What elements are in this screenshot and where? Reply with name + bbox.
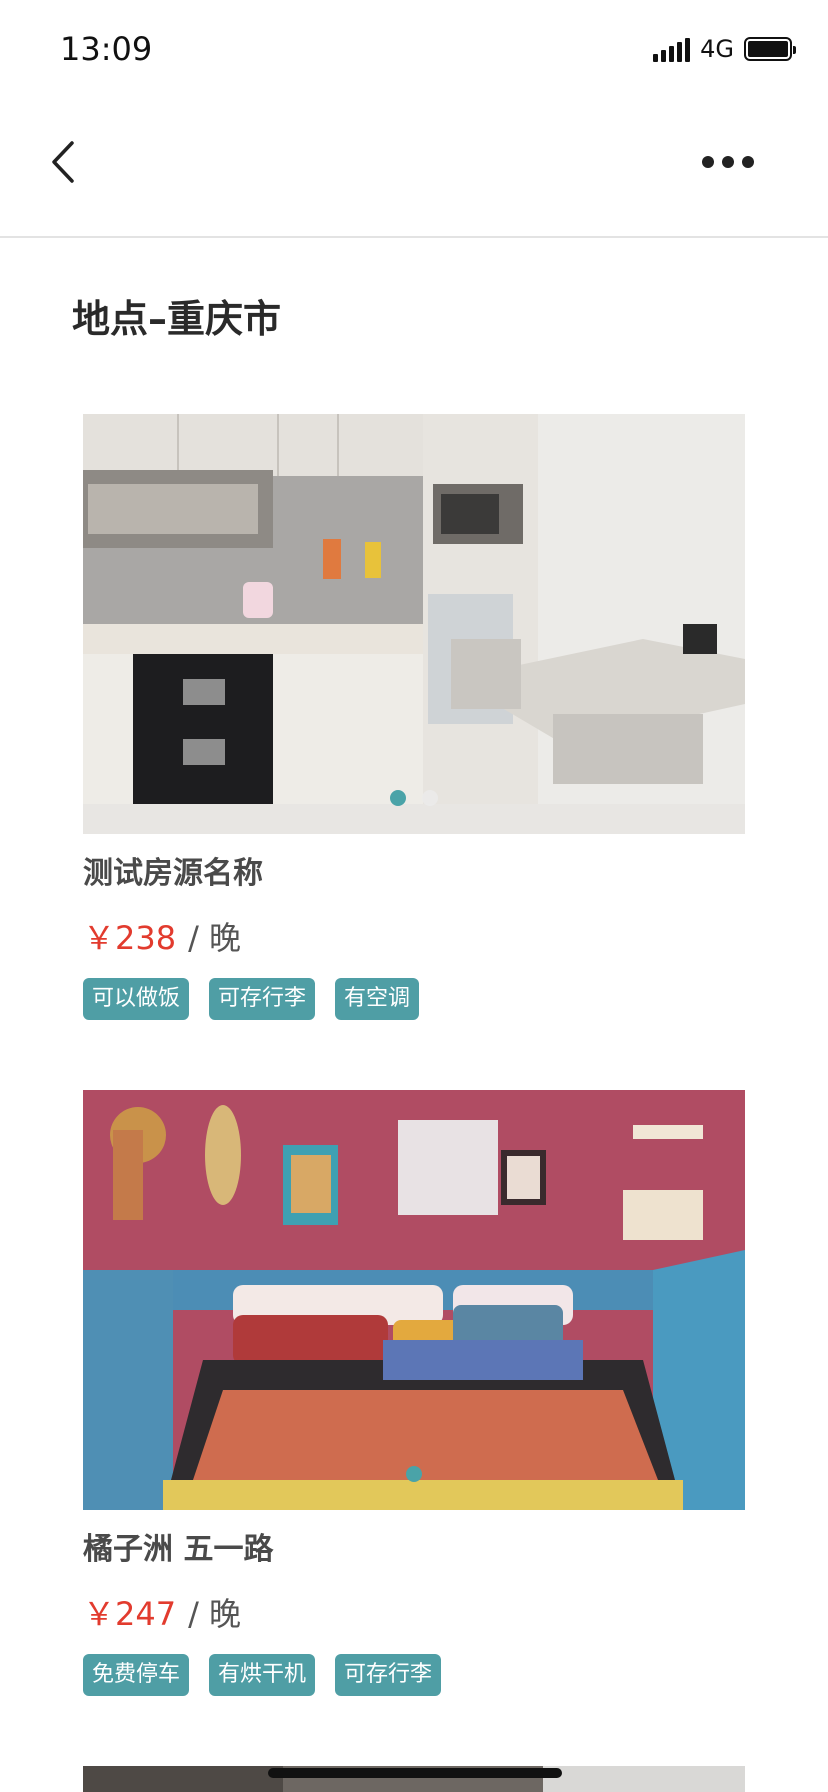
more-dot-icon	[742, 156, 754, 168]
listing-photo[interactable]	[83, 414, 745, 834]
carousel-dots	[83, 1466, 745, 1482]
status-time: 13:09	[60, 30, 153, 68]
more-dot-icon	[702, 156, 714, 168]
status-indicators: 4G	[653, 34, 796, 64]
price-row: ￥238 / 晚	[83, 916, 745, 960]
price-unit: / 晚	[188, 1595, 242, 1633]
tag-list: 可以做饭 可存行李 有空调	[83, 978, 745, 1020]
listing-card[interactable]: 测试房源名称 ￥238 / 晚 可以做饭 可存行李 有空调	[83, 414, 745, 1020]
more-button[interactable]	[688, 140, 768, 184]
back-button[interactable]	[40, 132, 86, 192]
bohemian-bedroom-photo	[83, 1090, 745, 1510]
listing-name[interactable]: 橘子洲 五一路	[83, 1530, 745, 1570]
battery-icon	[744, 37, 796, 61]
amenity-tag: 有空调	[335, 978, 420, 1020]
page-title: 地点–重庆市	[72, 297, 282, 341]
amenity-tag: 免费停车	[83, 1654, 190, 1696]
amenity-tag: 有烘干机	[209, 1654, 316, 1696]
signal-icon	[653, 36, 691, 62]
listing-photo[interactable]	[83, 1090, 745, 1510]
carousel-dot-active[interactable]	[406, 1466, 422, 1482]
chevron-left-icon	[52, 141, 74, 183]
listing-card[interactable]: 橘子洲 五一路 ￥247 / 晚 免费停车 有烘干机 可存行李	[83, 1090, 745, 1696]
price-unit: / 晚	[188, 919, 242, 957]
price: ￥238	[83, 919, 177, 957]
amenity-tag: 可以做饭	[83, 978, 190, 1020]
price: ￥247	[83, 1595, 177, 1633]
carousel-dots	[83, 790, 745, 806]
nav-bar	[0, 96, 828, 238]
tag-list: 免费停车 有烘干机 可存行李	[83, 1654, 745, 1696]
amenity-tag: 可存行李	[209, 978, 316, 1020]
listing-name[interactable]: 测试房源名称	[83, 854, 745, 894]
home-indicator[interactable]	[268, 1768, 562, 1778]
amenity-tag: 可存行李	[335, 1654, 442, 1696]
carousel-dot[interactable]	[422, 790, 438, 806]
network-label: 4G	[700, 35, 734, 63]
kitchen-dining-photo	[83, 414, 745, 834]
carousel-dot-active[interactable]	[390, 790, 406, 806]
more-dot-icon	[722, 156, 734, 168]
status-bar: 13:09 4G	[0, 0, 828, 96]
price-row: ￥247 / 晚	[83, 1592, 745, 1636]
